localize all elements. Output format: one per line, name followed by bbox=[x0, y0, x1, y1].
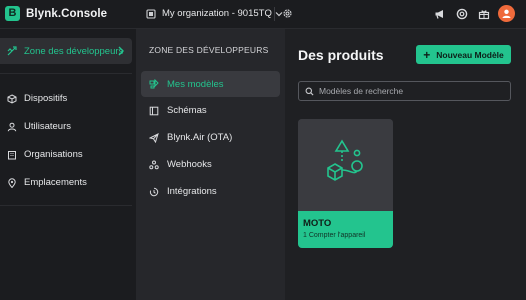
sidebar-item-label: Utilisateurs bbox=[24, 121, 71, 132]
new-template-button[interactable]: + Nouveau Modèle bbox=[416, 45, 511, 64]
developer-zone-panel: ZONE DES DÉVELOPPEURS Mes modèles Schéma… bbox=[136, 29, 285, 300]
subnav-item-label: Webhooks bbox=[167, 159, 212, 170]
main-content: Des produits + Nouveau Modèle Modèles de… bbox=[285, 29, 526, 300]
divider bbox=[274, 7, 275, 21]
user-avatar[interactable] bbox=[498, 5, 515, 22]
panel-title: ZONE DES DÉVELOPPEURS bbox=[149, 45, 269, 55]
integrations-icon bbox=[149, 187, 159, 196]
sidebar-item-locations[interactable]: Emplacements bbox=[7, 177, 87, 188]
plus-icon: + bbox=[423, 47, 431, 62]
subnav-item-label: Schémas bbox=[167, 105, 207, 116]
divider bbox=[0, 73, 132, 74]
product-image bbox=[298, 119, 393, 211]
location-pin-icon bbox=[8, 177, 16, 188]
user-icon bbox=[502, 9, 511, 18]
subnav-item-my-templates[interactable]: Mes modèles bbox=[141, 71, 280, 97]
top-bar: B Blynk.Console My organization - 9015TQ bbox=[0, 0, 526, 29]
chevron-right-icon bbox=[118, 46, 124, 56]
subnav-item-blynk-air[interactable]: Blynk.Air (OTA) bbox=[149, 132, 232, 143]
subnav-item-integrations[interactable]: Intégrations bbox=[149, 186, 217, 197]
subnav-item-webhooks[interactable]: Webhooks bbox=[149, 159, 212, 170]
product-card-footer: MOTO 1 Compter l'appareil bbox=[298, 211, 393, 248]
subnav-item-label: Mes modèles bbox=[167, 78, 224, 90]
sidebar-item-label: Zone des développeurs bbox=[24, 45, 124, 57]
gift-icon[interactable] bbox=[478, 8, 490, 20]
sidebar: Zone des développeurs Dispositifs Utilis… bbox=[0, 29, 136, 300]
organization-selector[interactable]: My organization - 9015TQ bbox=[146, 8, 283, 19]
paper-plane-icon bbox=[149, 132, 159, 143]
building-icon bbox=[8, 150, 16, 159]
sidebar-item-label: Organisations bbox=[24, 149, 83, 160]
subnav-item-blueprints[interactable]: Schémas bbox=[149, 105, 207, 116]
organization-icon bbox=[146, 8, 156, 19]
brand[interactable]: B Blynk.Console bbox=[5, 6, 107, 21]
page-title: Des produits bbox=[298, 47, 384, 63]
organization-name: My organization - 9015TQ bbox=[162, 8, 272, 19]
search-input[interactable] bbox=[319, 86, 509, 96]
subnav-item-label: Blynk.Air (OTA) bbox=[167, 132, 233, 143]
subnav-item-label: Intégrations bbox=[167, 186, 217, 197]
templates-icon bbox=[149, 79, 159, 89]
sidebar-item-devices[interactable]: Dispositifs bbox=[7, 93, 67, 104]
blueprint-icon bbox=[149, 106, 159, 115]
megaphone-icon[interactable] bbox=[434, 8, 446, 20]
brand-logo: B bbox=[5, 6, 20, 21]
sidebar-item-label: Emplacements bbox=[24, 177, 87, 188]
divider bbox=[0, 205, 132, 206]
user-icon bbox=[7, 122, 17, 131]
cube-icon bbox=[7, 93, 17, 104]
product-card[interactable]: MOTO 1 Compter l'appareil bbox=[298, 119, 393, 248]
developer-zone-icon bbox=[7, 46, 17, 56]
gear-icon[interactable] bbox=[282, 8, 293, 19]
product-template-icon bbox=[327, 139, 363, 181]
sidebar-item-users[interactable]: Utilisateurs bbox=[7, 121, 71, 132]
product-name: MOTO bbox=[303, 218, 332, 229]
webhook-icon bbox=[149, 160, 159, 169]
help-lifebuoy-icon[interactable] bbox=[456, 8, 468, 20]
sidebar-item-organizations[interactable]: Organisations bbox=[7, 149, 83, 160]
sidebar-item-developer-zone[interactable]: Zone des développeurs bbox=[0, 38, 132, 64]
sidebar-item-label: Dispositifs bbox=[24, 93, 68, 104]
search-icon bbox=[305, 87, 314, 96]
search-field[interactable] bbox=[298, 81, 511, 101]
brand-name: Blynk.Console bbox=[26, 7, 108, 20]
product-device-count: 1 Compter l'appareil bbox=[303, 232, 366, 239]
new-template-button-label: Nouveau Modèle bbox=[436, 49, 504, 60]
